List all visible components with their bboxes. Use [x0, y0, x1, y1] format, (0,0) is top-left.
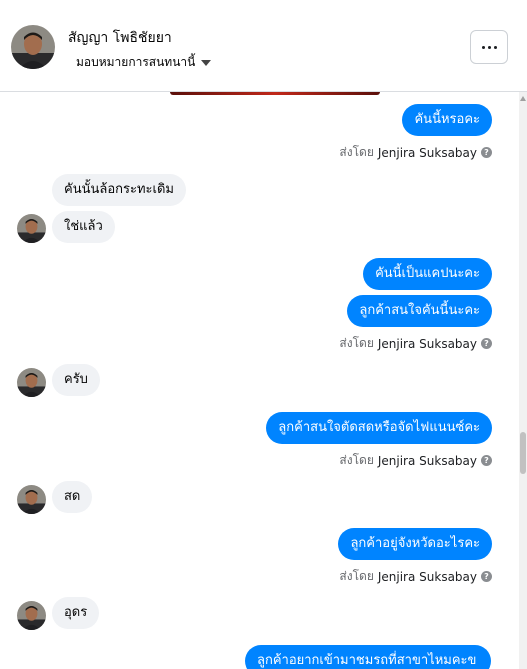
agent-name: Jenjira Suksabay [377, 569, 477, 584]
caret-down-icon [201, 59, 212, 66]
incoming-message[interactable]: ใช่แล้ว [52, 211, 115, 243]
agent-name: Jenjira Suksabay [377, 336, 477, 351]
thread-scrollbar[interactable] [519, 92, 527, 669]
contact-avatar-small[interactable] [17, 368, 46, 397]
avatar-photo [17, 214, 46, 243]
info-icon[interactable]: ? [481, 455, 492, 466]
agent-name: Jenjira Suksabay [377, 453, 477, 468]
incoming-message[interactable]: ครับ [52, 364, 100, 396]
outgoing-message[interactable]: คันนี้หรอคะ [402, 104, 492, 136]
sent-by-label: ส่งโดย Jenjira Suksabay ? [339, 567, 492, 586]
avatar-photo [17, 601, 46, 630]
more-dots-icon [481, 45, 485, 49]
avatar-photo [11, 25, 55, 69]
scroll-up-arrow-icon[interactable] [520, 96, 526, 101]
agent-name: Jenjira Suksabay [377, 145, 477, 160]
incoming-message[interactable]: คันนั้นล้อกระทะเดิม [52, 174, 186, 206]
assign-conversation-dropdown[interactable]: มอบหมายการสนทนานี้ [76, 53, 212, 72]
outgoing-message[interactable]: คันนี้เป็นแคปนะคะ [363, 258, 492, 290]
incoming-message[interactable]: สด [52, 481, 93, 513]
outgoing-message[interactable]: ลูกค้าอยากเข้ามาชมรถที่สาขาไหมคะข [245, 645, 491, 669]
contact-avatar-small[interactable] [17, 214, 46, 243]
outgoing-message[interactable]: ลูกค้าสนใจคันนี้นะคะ [347, 295, 492, 327]
message-thread[interactable]: คันนี้หรอคะ ส่งโดย Jenjira Suksabay ? คั… [0, 92, 519, 669]
sent-by-label: ส่งโดย Jenjira Suksabay ? [339, 334, 492, 353]
contact-avatar-small[interactable] [17, 601, 46, 630]
outgoing-message[interactable]: ลูกค้าสนใจตัดสดหรือจัดไฟแนนซ์คะ [266, 412, 492, 444]
info-icon[interactable]: ? [481, 338, 492, 349]
incoming-message[interactable]: อุดร [52, 597, 100, 629]
avatar-photo [17, 485, 46, 514]
sent-by-label: ส่งโดย Jenjira Suksabay ? [339, 143, 492, 162]
assign-label: มอบหมายการสนทนานี้ [76, 55, 196, 69]
contact-avatar-small[interactable] [17, 485, 46, 514]
contact-avatar[interactable] [11, 25, 55, 69]
sent-by-label: ส่งโดย Jenjira Suksabay ? [339, 451, 492, 470]
scrollbar-thumb[interactable] [520, 432, 526, 474]
outgoing-message[interactable]: ลูกค้าอยู่จังหวัดอะไรคะ [338, 528, 492, 560]
info-icon[interactable]: ? [481, 147, 492, 158]
info-icon[interactable]: ? [481, 571, 492, 582]
avatar-photo [17, 368, 46, 397]
contact-name: สัญญา โพธิชัยยา [68, 30, 172, 46]
attachment-image-edge[interactable] [170, 92, 380, 95]
more-options-button[interactable] [470, 30, 508, 64]
conversation-header: สัญญา โพธิชัยยา มอบหมายการสนทนานี้ [0, 0, 527, 92]
